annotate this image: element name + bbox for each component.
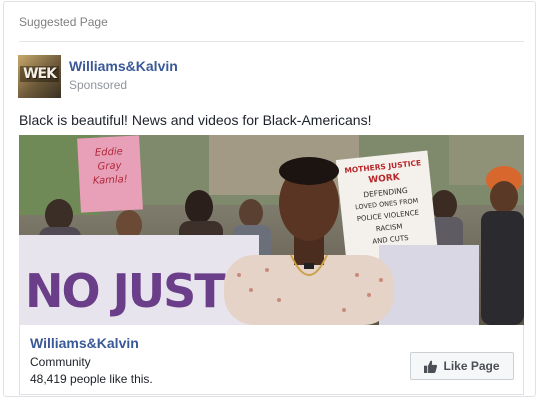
sign-left-line-3: Kamla! (93, 174, 129, 187)
like-page-label: Like Page (443, 359, 500, 373)
footer-page-name-link[interactable]: Williams&Kalvin (30, 335, 139, 351)
thumbs-up-icon (424, 360, 438, 373)
section-title: Suggested Page (19, 15, 108, 29)
ad-video-thumbnail[interactable]: Eddie Gray Kamla! MOTHERS JUSTICE WORK D… (19, 135, 524, 325)
ad-footer: Williams&Kalvin Community 48,419 people … (19, 325, 524, 395)
page-name-link[interactable]: Williams&Kalvin (69, 58, 178, 74)
avatar-logo-text: WEK (20, 66, 59, 82)
sponsored-post-card: Suggested Page WEK Williams&Kalvin Spons… (3, 1, 536, 397)
page-likes-count: 48,419 people like this. (30, 372, 153, 386)
ad-body-text: Black is beautiful! News and videos for … (19, 112, 372, 128)
page-category: Community (30, 355, 91, 369)
sign-left-line-1: Eddie (95, 146, 123, 158)
like-page-button[interactable]: Like Page (410, 352, 514, 380)
sponsored-label[interactable]: Sponsored (69, 78, 127, 92)
sign-left-line-2: Gray (97, 160, 123, 172)
divider (19, 41, 524, 42)
protest-scene-image: Eddie Gray Kamla! MOTHERS JUSTICE WORK D… (19, 135, 524, 325)
page-avatar[interactable]: WEK (18, 55, 61, 98)
